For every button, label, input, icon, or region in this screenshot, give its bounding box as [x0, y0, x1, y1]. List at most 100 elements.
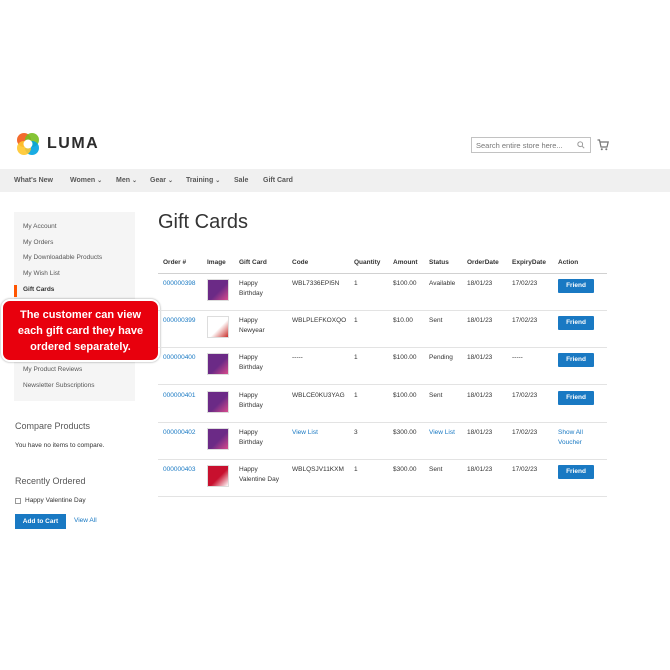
column-header: Gift Card — [239, 259, 267, 266]
nav-item-gift-card[interactable]: Gift Card — [263, 177, 293, 184]
sidebar-item-my-orders[interactable]: My Orders — [23, 239, 53, 246]
amount: $10.00 — [393, 317, 413, 324]
nav-item-gear[interactable]: Gear ⌄ — [150, 177, 173, 184]
recently-ordered-title: Recently Ordered — [15, 476, 86, 486]
gift-card-name-line-1: Happy — [239, 280, 258, 287]
amount: $100.00 — [393, 280, 417, 287]
search-icon[interactable] — [577, 141, 585, 149]
quantity: 1 — [354, 392, 358, 399]
luma-logo[interactable]: LUMA — [15, 131, 99, 157]
nav-item-label: Training — [186, 177, 214, 184]
gift-card-name-line-1: Happy — [239, 317, 258, 324]
expiry-date: 17/02/23 — [512, 429, 538, 436]
order-date: 18/01/23 — [467, 354, 493, 361]
order-number-link[interactable]: 000000403 — [163, 465, 196, 475]
cart-icon[interactable] — [597, 139, 609, 151]
quantity: 3 — [354, 429, 358, 436]
order-date: 18/01/23 — [467, 429, 493, 436]
gift-card-thumbnail — [207, 465, 229, 487]
column-header: Code — [292, 259, 309, 266]
nav-item-label: Sale — [234, 177, 249, 184]
gift-card-code: WBL7336EPI5N — [292, 280, 340, 287]
sidebar-item-my-account[interactable]: My Account — [23, 223, 57, 230]
add-to-cart-button[interactable]: Add to Cart — [15, 514, 66, 529]
gift-card-name-line-2: Newyear — [239, 327, 265, 334]
nav-item-label: What's New — [14, 177, 54, 184]
column-header: Action — [558, 259, 579, 266]
compare-empty-text: You have no items to compare. — [15, 442, 105, 449]
sidebar-item-my-wish-list[interactable]: My Wish List — [23, 270, 60, 277]
page-title: Gift Cards — [158, 211, 249, 233]
friend-button[interactable]: Friend — [558, 316, 594, 330]
gift-card-thumbnail — [207, 353, 229, 375]
gift-card-code: ----- — [292, 354, 303, 361]
active-indicator — [14, 285, 17, 297]
show-all-voucher-link-line-2[interactable]: Voucher — [558, 438, 582, 448]
nav-item-label: Women — [70, 177, 96, 184]
recent-item[interactable]: Happy Valentine Day — [15, 497, 86, 504]
nav-item-women[interactable]: Women ⌄ — [70, 177, 102, 184]
amount: $100.00 — [393, 392, 417, 399]
gift-card-code: WBLPLEFKOXQO — [292, 317, 347, 324]
row-divider — [158, 384, 607, 385]
column-header: Order # — [163, 259, 187, 266]
nav-item-label: Men — [116, 177, 130, 184]
friend-button[interactable]: Friend — [558, 391, 594, 405]
sidebar-item-my-product-reviews[interactable]: My Product Reviews — [23, 366, 82, 373]
gift-card-name-line-2: Birthday — [239, 402, 263, 409]
nav-item-men[interactable]: Men ⌄ — [116, 177, 137, 184]
view-list-link[interactable]: View List — [292, 428, 318, 438]
column-header: Image — [207, 259, 226, 266]
row-divider — [158, 422, 607, 423]
callout-line-3: ordered separately. — [30, 341, 131, 353]
friend-button[interactable]: Friend — [558, 279, 594, 293]
order-number-link[interactable]: 000000402 — [163, 428, 196, 438]
status-view-list-link[interactable]: View List — [429, 428, 455, 438]
amount: $300.00 — [393, 429, 417, 436]
row-divider — [158, 496, 607, 497]
search-input[interactable]: Search entire store here... — [471, 137, 591, 153]
column-header: Status — [429, 259, 449, 266]
nav-item-what-s-new[interactable]: What's New — [14, 177, 53, 184]
gift-card-name-line-2: Birthday — [239, 290, 263, 297]
order-number-link[interactable]: 000000401 — [163, 391, 196, 401]
view-all-link[interactable]: View All — [74, 517, 97, 524]
gift-card-thumbnail — [207, 391, 229, 413]
status: Sent — [429, 317, 443, 324]
callout-line-2: each gift card they have — [17, 325, 144, 337]
luma-logo-icon — [17, 133, 39, 155]
nav-item-training[interactable]: Training ⌄ — [186, 177, 220, 184]
gift-card-thumbnail — [207, 279, 229, 301]
friend-button[interactable]: Friend — [558, 465, 594, 479]
expiry-date: 17/02/23 — [512, 317, 538, 324]
order-number-link[interactable]: 000000398 — [163, 279, 196, 289]
gift-card-name-line-1: Happy — [239, 429, 258, 436]
gift-card-thumbnail — [207, 316, 229, 338]
gift-card-name-line-1: Happy — [239, 392, 258, 399]
expiry-date: 17/02/23 — [512, 392, 538, 399]
expiry-date: 17/02/23 — [512, 280, 538, 287]
order-number-link[interactable]: 000000399 — [163, 316, 196, 326]
sidebar-item-newsletter-subscriptions[interactable]: Newsletter Subscriptions — [23, 382, 95, 389]
quantity: 1 — [354, 354, 358, 361]
info-callout: The customer can view each gift card the… — [1, 299, 160, 362]
column-header: Quantity — [354, 259, 381, 266]
header-divider — [158, 273, 607, 274]
nav-item-label: Gear — [150, 177, 166, 184]
search-placeholder: Search entire store here... — [476, 141, 563, 150]
recent-item-label: Happy Valentine Day — [25, 497, 86, 504]
show-all-voucher-link[interactable]: Show All — [558, 428, 583, 438]
order-number-link[interactable]: 000000400 — [163, 353, 196, 363]
amount: $300.00 — [393, 466, 417, 473]
nav-item-sale[interactable]: Sale — [234, 177, 248, 184]
order-date: 18/01/23 — [467, 392, 493, 399]
friend-button[interactable]: Friend — [558, 353, 594, 367]
sidebar-item-my-downloadable-products[interactable]: My Downloadable Products — [23, 254, 102, 261]
nav-item-label: Gift Card — [263, 177, 293, 184]
compare-products-title: Compare Products — [15, 421, 91, 431]
recent-item-checkbox[interactable] — [15, 497, 21, 504]
chevron-down-icon: ⌄ — [97, 178, 103, 184]
gift-card-name-line-2: Birthday — [239, 364, 263, 371]
sidebar-item-gift-cards[interactable]: Gift Cards — [23, 286, 54, 293]
expiry-date: ----- — [512, 354, 523, 361]
